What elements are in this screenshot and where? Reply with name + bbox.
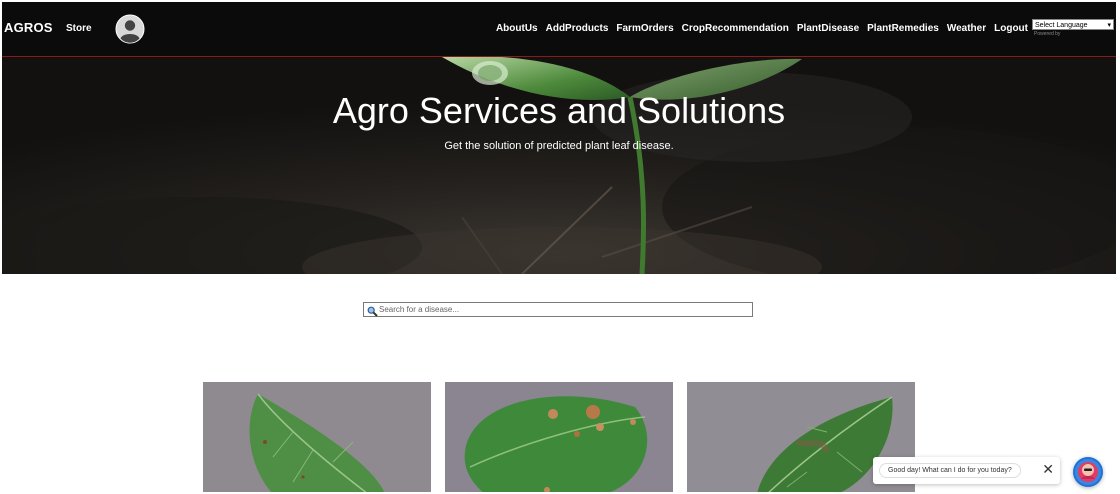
brand-logo[interactable]: AGROS [4, 20, 53, 35]
nav-link-plantremedies[interactable]: PlantRemedies [867, 23, 939, 34]
navbar: AGROS Store AboutUs AddProducts FarmOrde… [2, 2, 1116, 57]
close-icon[interactable]: ✕ [1042, 461, 1054, 478]
powered-by-text: Powered by [1034, 31, 1061, 37]
chatbot-icon[interactable] [1073, 457, 1103, 487]
disease-search-box [363, 302, 753, 317]
disease-card-1[interactable] [203, 382, 431, 492]
nav-link-logout[interactable]: Logout [994, 23, 1028, 34]
chevron-down-icon: ▾ [1107, 22, 1111, 29]
language-selector: Select Language ▾ Powered by [1032, 19, 1114, 37]
hero-subtitle: Get the solution of predicted plant leaf… [444, 140, 674, 152]
search-input[interactable] [379, 303, 749, 316]
nav-links: AboutUs AddProducts FarmOrders CropRecom… [496, 23, 1028, 34]
hero-banner: Agro Services and Solutions Get the solu… [2, 57, 1116, 274]
leaf-image-2 [445, 382, 673, 492]
hero-title: Agro Services and Solutions [332, 90, 786, 131]
user-avatar-icon[interactable] [115, 14, 145, 44]
chatbot-greeting-popup: Good day! What can I do for you today? ✕ [873, 457, 1060, 484]
language-dropdown[interactable]: Select Language ▾ [1032, 19, 1114, 30]
disease-card-2[interactable] [445, 382, 673, 492]
chatbot-greeting-message[interactable]: Good day! What can I do for you today? [879, 463, 1021, 478]
nav-link-croprecommendation[interactable]: CropRecommendation [682, 23, 789, 34]
leaf-image-1 [203, 382, 431, 492]
nav-link-farmorders[interactable]: FarmOrders [616, 23, 673, 34]
nav-link-weather[interactable]: Weather [947, 23, 986, 34]
language-dropdown-value: Select Language [1035, 22, 1088, 29]
nav-link-plantdisease[interactable]: PlantDisease [797, 23, 859, 34]
nav-link-addproducts[interactable]: AddProducts [546, 23, 609, 34]
nav-link-aboutus[interactable]: AboutUs [496, 23, 538, 34]
page-frame: AGROS Store AboutUs AddProducts FarmOrde… [2, 2, 1116, 492]
magnifier-icon [367, 304, 378, 317]
nav-store-link[interactable]: Store [66, 23, 92, 34]
